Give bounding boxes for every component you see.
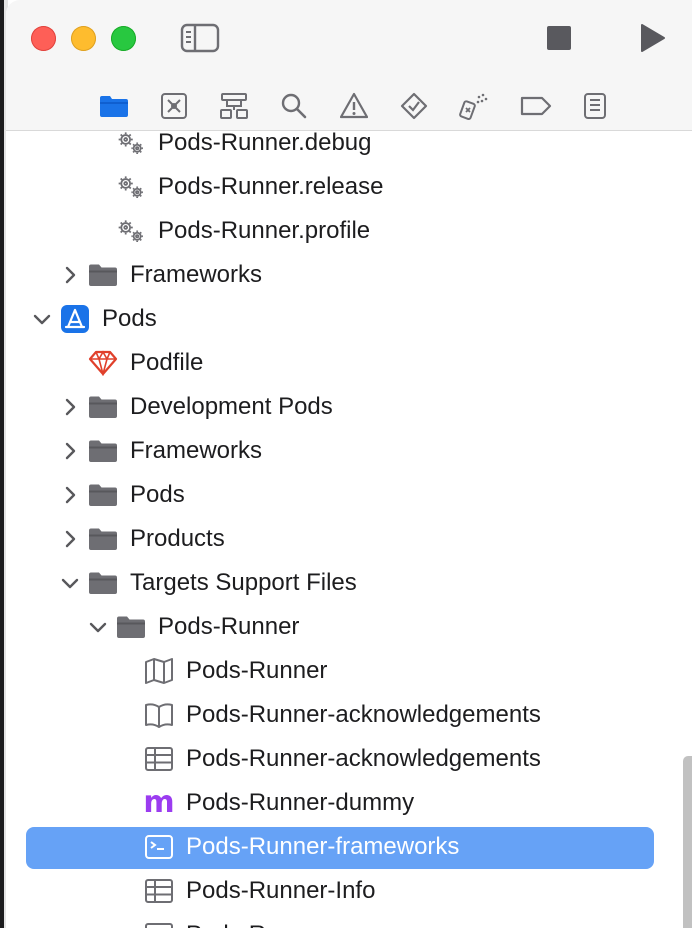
tab-test-navigator[interactable] bbox=[398, 90, 430, 122]
plist-icon bbox=[144, 745, 174, 773]
folder-icon bbox=[88, 569, 118, 597]
tree-row[interactable]: Pods bbox=[6, 297, 692, 341]
chevron-right-icon[interactable] bbox=[60, 265, 80, 285]
breakpoint-icon bbox=[520, 96, 552, 116]
tab-debug-navigator[interactable] bbox=[458, 90, 490, 122]
plist-icon bbox=[144, 877, 174, 905]
tree-item-label: Frameworks bbox=[130, 261, 263, 288]
tab-symbol-navigator[interactable] bbox=[218, 90, 250, 122]
tree-row[interactable]: Pods-Runner bbox=[6, 649, 692, 693]
folder-icon bbox=[88, 393, 118, 421]
folder-icon bbox=[88, 261, 118, 289]
chevron-right-icon[interactable] bbox=[60, 485, 80, 505]
tab-issue-navigator[interactable] bbox=[338, 90, 370, 122]
tree-row[interactable]: Pods-Runner.release bbox=[6, 165, 692, 209]
test-icon bbox=[400, 92, 428, 120]
titlebar bbox=[6, 0, 692, 80]
header-icon bbox=[144, 921, 174, 928]
tree-item-label: Development Pods bbox=[130, 393, 333, 420]
tree-item-label: Pods-Runner bbox=[186, 921, 327, 928]
navigator-tab-bar bbox=[6, 80, 692, 131]
tab-project-navigator[interactable] bbox=[98, 90, 130, 122]
debug-icon bbox=[459, 93, 488, 120]
folder-icon bbox=[88, 481, 118, 509]
tree-item-label: Pods-Runner.debug bbox=[158, 131, 372, 156]
tree-item-label: Products bbox=[130, 525, 225, 552]
tree-item-label: Pods-Runner-Info bbox=[186, 877, 376, 904]
chevron-right-icon[interactable] bbox=[60, 529, 80, 549]
xcode-window: Pods-Runner.debug Pods-Runner.release Pods… bbox=[6, 0, 692, 928]
tree-item-label: Pods-Runner-dummy bbox=[186, 789, 415, 816]
warning-icon bbox=[340, 92, 368, 119]
close-window-button[interactable] bbox=[31, 26, 56, 51]
minimize-window-button[interactable] bbox=[71, 26, 96, 51]
tree-item-label: Pods-Runner bbox=[158, 613, 300, 640]
terminal-icon bbox=[144, 833, 174, 861]
project-navigator-tree: Pods-Runner.debug Pods-Runner.release Pods… bbox=[6, 131, 692, 928]
tree-row[interactable]: Targets Support Files bbox=[6, 561, 692, 605]
tree-row[interactable]: m Pods-Runner-dummy bbox=[6, 781, 692, 825]
report-icon bbox=[584, 93, 606, 119]
tree-row[interactable]: Pods-Runner-acknowledgements bbox=[6, 693, 692, 737]
tree-row[interactable]: Pods-Runner.profile bbox=[6, 209, 692, 253]
tree-row[interactable]: Products bbox=[6, 517, 692, 561]
folder-icon bbox=[100, 96, 128, 117]
run-button[interactable] bbox=[634, 20, 670, 56]
tree-item-label: Targets Support Files bbox=[130, 569, 357, 596]
gears-icon bbox=[116, 173, 146, 201]
objc-m-icon: m bbox=[143, 785, 175, 820]
folder-icon bbox=[88, 525, 118, 553]
chevron-right-icon[interactable] bbox=[60, 397, 80, 417]
tab-breakpoint-navigator[interactable] bbox=[520, 90, 552, 122]
tree-item-label: Pods bbox=[130, 481, 185, 508]
play-icon bbox=[641, 24, 665, 52]
tree-row[interactable]: Pods-Runner bbox=[6, 913, 692, 928]
sidebar-toggle-button[interactable] bbox=[178, 18, 222, 58]
stop-button[interactable] bbox=[541, 20, 577, 56]
tree-item-label: Pods-Runner-acknowledgements bbox=[186, 701, 541, 728]
folder-icon bbox=[116, 613, 146, 641]
tree-row[interactable]: Frameworks bbox=[6, 253, 692, 297]
tree-item-label: Pods bbox=[102, 305, 157, 332]
tab-find-navigator[interactable] bbox=[278, 90, 310, 122]
tree-row[interactable]: Pods-Runner-Info bbox=[6, 869, 692, 913]
tree-row[interactable]: Development Pods bbox=[6, 385, 692, 429]
tree-item-label: Frameworks bbox=[130, 437, 263, 464]
symbol-icon bbox=[220, 93, 248, 119]
chevron-down-icon[interactable] bbox=[60, 573, 80, 593]
tree-item-label: Pods-Runner.profile bbox=[158, 217, 371, 244]
chevron-right-icon[interactable] bbox=[60, 441, 80, 461]
zoom-window-button[interactable] bbox=[111, 26, 136, 51]
gears-icon bbox=[116, 131, 146, 157]
tree-row[interactable]: Pods bbox=[6, 473, 692, 517]
navigator-scrollbar[interactable] bbox=[683, 756, 692, 928]
tree-row[interactable]: Frameworks bbox=[6, 429, 692, 473]
source-control-icon bbox=[161, 93, 187, 119]
tree-item-label: Pods-Runner-acknowledgements bbox=[186, 745, 541, 772]
tree-row[interactable]: Podfile bbox=[6, 341, 692, 385]
tree-item-label: Pods-Runner.release bbox=[158, 173, 384, 200]
gears-icon bbox=[116, 217, 146, 245]
module-map-icon bbox=[144, 657, 174, 685]
ruby-icon bbox=[88, 349, 118, 377]
chevron-down-icon[interactable] bbox=[88, 617, 108, 637]
xcode-project-icon bbox=[60, 305, 90, 333]
tree-item-label: Pods-Runner-frameworks bbox=[186, 833, 460, 860]
tree-row[interactable]: Pods-Runner.debug bbox=[6, 131, 692, 165]
stop-icon bbox=[547, 26, 571, 50]
book-icon bbox=[144, 701, 174, 729]
tree-row[interactable]: Pods-Runner bbox=[6, 605, 692, 649]
tree-row[interactable]: Pods-Runner-acknowledgements bbox=[6, 737, 692, 781]
tab-source-control-navigator[interactable] bbox=[158, 90, 190, 122]
tab-report-navigator[interactable] bbox=[579, 90, 611, 122]
search-icon bbox=[281, 93, 307, 119]
folder-icon bbox=[88, 437, 118, 465]
tree-row[interactable]: Pods-Runner-frameworks bbox=[6, 825, 692, 869]
tree-item-label: Podfile bbox=[130, 349, 204, 376]
chevron-down-icon[interactable] bbox=[32, 309, 52, 329]
sidebar-icon bbox=[180, 23, 220, 53]
tree-item-label: Pods-Runner bbox=[186, 657, 328, 684]
